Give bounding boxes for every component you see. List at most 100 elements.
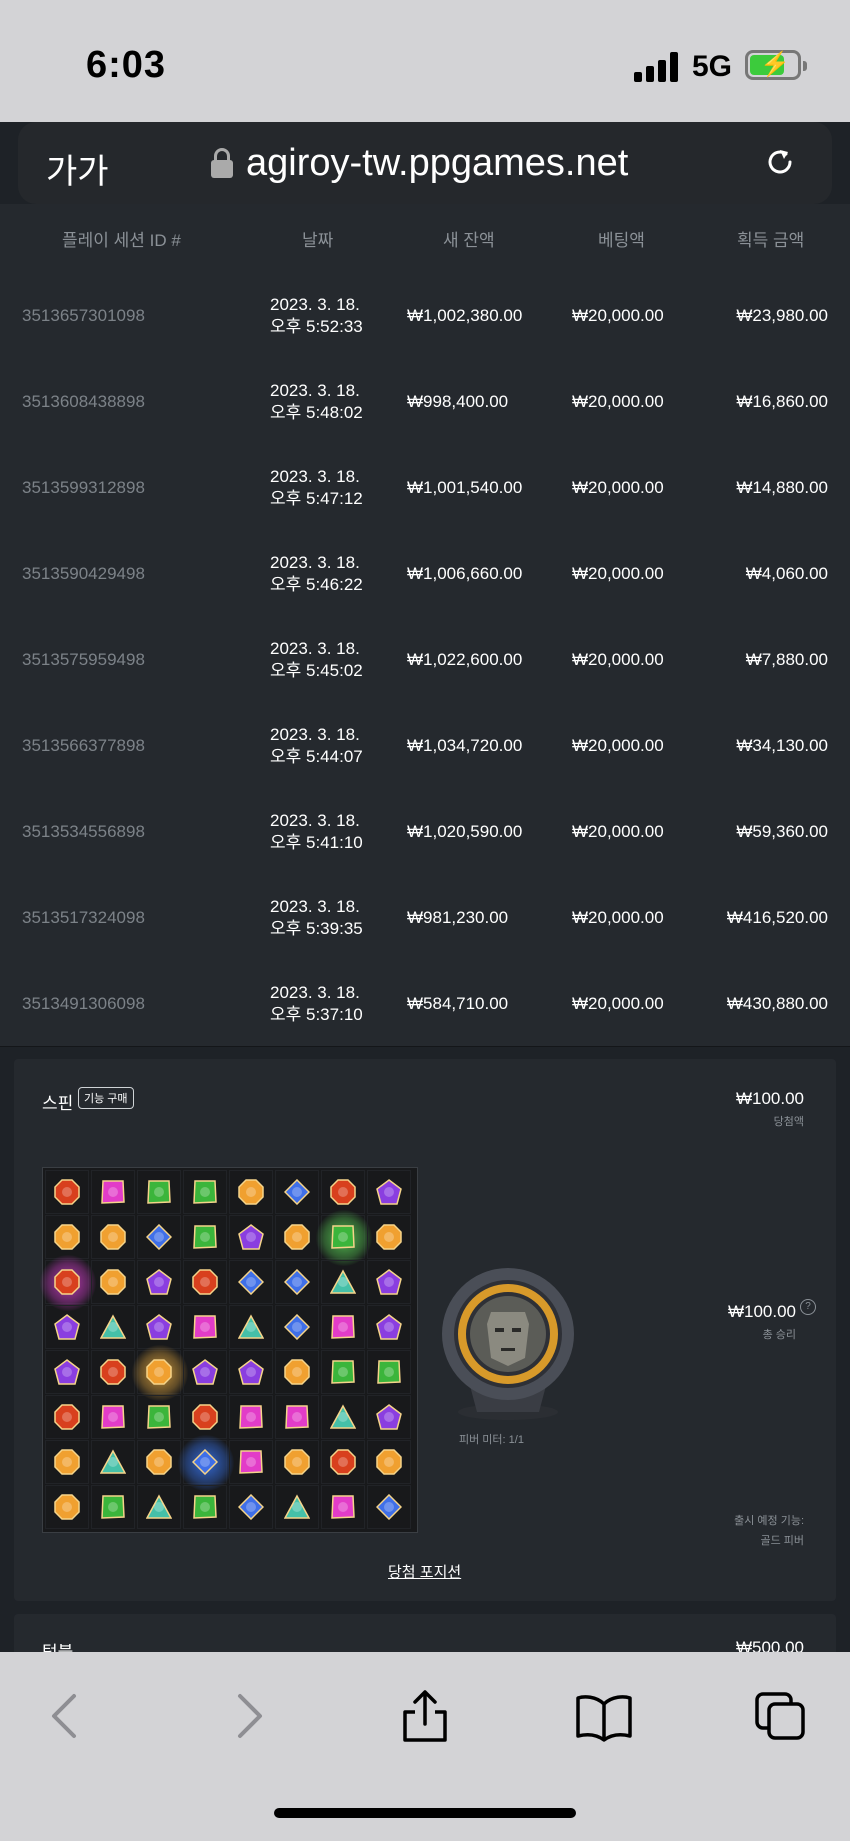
bet-amount: ₩20,000.00: [572, 392, 664, 411]
win-amount: ₩34,130.00: [736, 736, 828, 755]
purple-gem-icon: [146, 1314, 172, 1340]
reel-cell: [275, 1395, 319, 1439]
chevron-right-icon[interactable]: [220, 1690, 276, 1742]
reel-cell: [45, 1395, 89, 1439]
text-size-button[interactable]: 가가: [46, 144, 109, 193]
reel-cell: [321, 1305, 365, 1349]
win-positions-link[interactable]: 당첨 포지션: [388, 1561, 461, 1582]
table-row[interactable]: 3513575959498 2023. 3. 18. 오후 5:45:02 ₩1,02…: [0, 616, 850, 703]
upcoming-feature-name: 골드 피버: [760, 1535, 804, 1547]
home-indicator: [274, 1808, 576, 1818]
tabs-icon[interactable]: [753, 1690, 809, 1742]
reel-cell: [229, 1305, 273, 1349]
session-id: 3513657301098: [22, 306, 145, 325]
header-win: 획득 금액: [737, 231, 805, 250]
chevron-left-icon[interactable]: [38, 1690, 94, 1742]
win-amount: ₩59,360.00: [736, 822, 828, 841]
green-gem-icon: [147, 1180, 171, 1204]
share-icon[interactable]: [397, 1690, 453, 1742]
purple-gem-icon: [376, 1179, 402, 1205]
orange-gem-icon: [146, 1359, 172, 1385]
bet-amount: ₩20,000.00: [572, 908, 664, 927]
orange-gem-icon: [284, 1359, 310, 1385]
spin-title: 스핀: [42, 1094, 74, 1113]
purple-gem-icon: [376, 1269, 402, 1295]
date-line: 2023. 3. 18.: [270, 811, 360, 830]
time-line: 오후 5:45:02: [270, 661, 363, 680]
pink-gem-icon: [331, 1495, 355, 1519]
reel-cell: [183, 1305, 227, 1349]
date-line: 2023. 3. 18.: [270, 983, 360, 1002]
reel-cell: [40, 1255, 96, 1311]
header-session-id: 플레이 세션 ID #: [62, 231, 181, 250]
total-win-amount: ₩100.00: [727, 1302, 796, 1321]
url-text[interactable]: agiroy-tw.ppgames.net: [246, 142, 628, 185]
purple-gem-icon: [192, 1359, 218, 1385]
reel-cell: [91, 1170, 135, 1214]
time-line: 오후 5:44:07: [270, 747, 363, 766]
spin-amount-label: 당첨액: [773, 1116, 804, 1128]
pink-gem-icon: [193, 1315, 217, 1339]
win-amount: ₩4,060.00: [745, 564, 828, 583]
red-gem-icon: [330, 1449, 356, 1475]
pink-gem-icon: [101, 1405, 125, 1429]
orange-gem-icon: [146, 1449, 172, 1475]
purple-gem-icon: [54, 1359, 80, 1385]
book-icon[interactable]: [576, 1690, 632, 1742]
red-gem-icon: [192, 1404, 218, 1430]
purple-gem-icon: [376, 1314, 402, 1340]
table-row[interactable]: 3513566377898 2023. 3. 18. 오후 5:44:07 ₩1,03…: [0, 702, 850, 789]
date-cell: 2023. 3. 18. 오후 5:47:12: [270, 466, 363, 510]
bet-amount: ₩20,000.00: [572, 994, 664, 1013]
reel-cell: [45, 1485, 89, 1529]
address-bar[interactable]: 가가 agiroy-tw.ppgames.net: [18, 122, 832, 204]
total-win-label: 총 승리: [762, 1329, 796, 1341]
red-gem-icon: [330, 1179, 356, 1205]
reel-cell: [316, 1210, 372, 1266]
session-id: 3513491306098: [22, 994, 145, 1013]
date-cell: 2023. 3. 18. 오후 5:45:02: [270, 638, 363, 682]
reel-cell: [183, 1350, 227, 1394]
fever-meter-label: 피버 미터: 1/1: [459, 1434, 524, 1446]
bet-amount: ₩20,000.00: [572, 564, 664, 583]
reel-cell: [229, 1485, 273, 1529]
red-gem-icon: [54, 1269, 80, 1295]
reel-cell: [321, 1395, 365, 1439]
green-gem-icon: [193, 1495, 217, 1519]
date-cell: 2023. 3. 18. 오후 5:48:02: [270, 380, 363, 424]
win-amount: ₩7,880.00: [745, 650, 828, 669]
table-row[interactable]: 3513657301098 2023. 3. 18. 오후 5:52:33 ₩1,00…: [0, 272, 850, 359]
reload-icon[interactable]: [762, 144, 798, 180]
reel-cell: [183, 1395, 227, 1439]
table-row[interactable]: 3513590429498 2023. 3. 18. 오후 5:46:22 ₩1,00…: [0, 530, 850, 617]
header-new-balance: 새 잔액: [443, 231, 495, 250]
reel-cell: [137, 1305, 181, 1349]
signal-icon: [634, 52, 680, 82]
table-row[interactable]: 3513608438898 2023. 3. 18. 오후 5:48:02 ₩998,…: [0, 358, 850, 445]
reel-cell: [45, 1170, 89, 1214]
reel-cell: [178, 1435, 234, 1491]
help-icon[interactable]: ?: [800, 1299, 816, 1315]
table-row[interactable]: 3513534556898 2023. 3. 18. 오후 5:41:10 ₩1,02…: [0, 788, 850, 875]
pink-gem-icon: [239, 1450, 263, 1474]
date-cell: 2023. 3. 18. 오후 5:41:10: [270, 810, 363, 854]
time-line: 오후 5:46:22: [270, 575, 363, 594]
date-line: 2023. 3. 18.: [270, 897, 360, 916]
spin-detail-card: 스핀 기능 구매 ₩100.00 당첨액 피버 미터: 1/1 ₩100.00 …: [14, 1059, 836, 1601]
time-line: 오후 5:47:12: [270, 489, 363, 508]
status-bar: 6:03 5G ⚡: [0, 0, 850, 122]
table-row[interactable]: 3513517324098 2023. 3. 18. 오후 5:39:35 ₩981,…: [0, 874, 850, 961]
blue-gem-icon: [284, 1314, 310, 1340]
new-balance: ₩998,400.00: [407, 392, 509, 411]
reel-cell: [137, 1170, 181, 1214]
reel-cell: [321, 1350, 365, 1394]
time-line: 오후 5:39:35: [270, 919, 363, 938]
table-row[interactable]: 3513599312898 2023. 3. 18. 오후 5:47:12 ₩1,00…: [0, 444, 850, 531]
reel-cell: [91, 1485, 135, 1529]
purple-gem-icon: [238, 1359, 264, 1385]
purple-gem-icon: [54, 1314, 80, 1340]
purple-gem-icon: [376, 1404, 402, 1430]
green-gem-icon: [193, 1225, 217, 1249]
table-row[interactable]: 3513491306098 2023. 3. 18. 오후 5:37:10 ₩584,…: [0, 960, 850, 1047]
red-gem-icon: [100, 1359, 126, 1385]
